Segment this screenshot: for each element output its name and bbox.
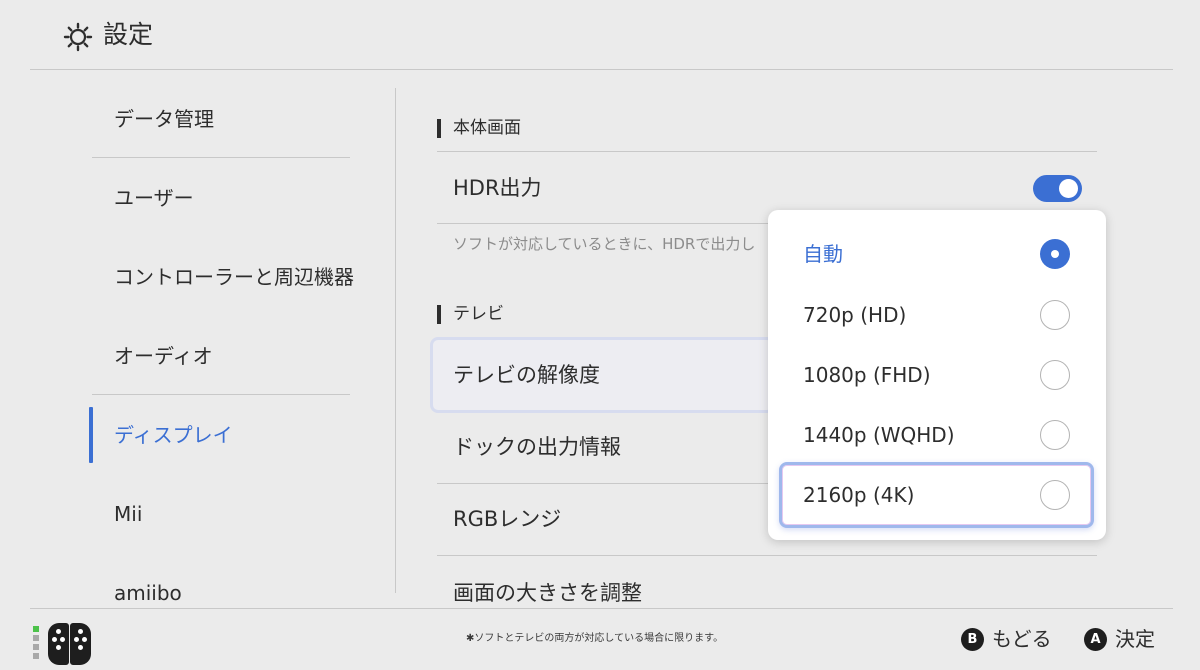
- sidebar-item-users[interactable]: ユーザー: [92, 159, 350, 237]
- sidebar-item-audio[interactable]: オーディオ: [92, 317, 350, 395]
- radio-icon: [1040, 480, 1070, 510]
- resolution-option-1440p[interactable]: 1440p (WQHD): [768, 405, 1106, 465]
- resolution-option-2160p[interactable]: 2160p (4K): [779, 462, 1094, 528]
- section-marker: [437, 305, 441, 324]
- sidebar-item-mii[interactable]: Mii: [92, 475, 350, 553]
- a-button-icon: A: [1084, 628, 1107, 651]
- b-button-icon: B: [961, 628, 984, 651]
- page-title: 設定: [103, 20, 154, 49]
- sidebar-item-controllers[interactable]: コントローラーと周辺機器: [92, 238, 354, 316]
- hdr-hint-text: ソフトが対応しているときに、HDRで出力し: [453, 235, 756, 253]
- section-title: テレビ: [453, 304, 504, 324]
- resolution-option-1080p[interactable]: 1080p (FHD): [768, 345, 1106, 405]
- option-label: 2160p (4K): [803, 483, 915, 507]
- section-title: 本体画面: [453, 118, 521, 138]
- header: 設定: [0, 0, 1200, 70]
- footer: ✱ソフトとテレビの両方が対応している場合に限ります。 B もどる A 決定: [0, 609, 1200, 670]
- radio-icon: [1040, 420, 1070, 450]
- option-label: 自動: [803, 242, 843, 266]
- divider: [437, 555, 1097, 556]
- sidebar: データ管理 ユーザー コントローラーと周辺機器 オーディオ ディスプレイ Mii…: [0, 70, 395, 608]
- sidebar-item-label: オーディオ: [114, 344, 213, 368]
- sidebar-item-display[interactable]: ディスプレイ: [92, 396, 350, 474]
- radio-icon: [1040, 300, 1070, 330]
- footer-note: ✱ソフトとテレビの両方が対応している場合に限ります。: [466, 633, 724, 644]
- divider: [92, 157, 350, 158]
- gear-icon: [63, 22, 93, 52]
- radio-dot: [1051, 250, 1059, 258]
- joycon-right-icon: [70, 623, 91, 665]
- active-indicator: [89, 407, 93, 463]
- rgb-range-label[interactable]: RGBレンジ: [453, 504, 561, 534]
- radio-icon: [1040, 360, 1070, 390]
- option-label: 1440p (WQHD): [803, 423, 955, 447]
- resolution-option-auto[interactable]: 自動: [768, 224, 1106, 284]
- sidebar-item-label: データ管理: [114, 107, 214, 131]
- sidebar-item-label: コントローラーと周辺機器: [114, 265, 354, 289]
- hdr-output-label: HDR出力: [453, 176, 542, 200]
- hdr-toggle[interactable]: [1033, 175, 1082, 202]
- screen-size-label[interactable]: 画面の大きさを調整: [453, 578, 642, 608]
- dock-output-info-label[interactable]: ドックの出力情報: [453, 432, 621, 462]
- section-marker: [437, 119, 441, 138]
- option-label: 720p (HD): [803, 303, 907, 327]
- tv-resolution-label[interactable]: テレビの解像度: [453, 360, 600, 390]
- divider: [92, 394, 350, 395]
- confirm-label: 決定: [1115, 627, 1155, 651]
- sidebar-item-label: ディスプレイ: [114, 423, 233, 447]
- sidebar-item-label: Mii: [114, 502, 143, 526]
- sidebar-item-label: ユーザー: [114, 186, 194, 210]
- column-divider: [395, 88, 396, 593]
- controller-battery-icon: [33, 626, 39, 670]
- divider: [437, 151, 1097, 152]
- back-label: もどる: [992, 627, 1052, 651]
- radio-selected-icon: [1040, 239, 1070, 269]
- toggle-knob: [1059, 179, 1078, 198]
- joycon-left-icon: [48, 623, 69, 665]
- resolution-popup: 自動 720p (HD) 1080p (FHD) 1440p (WQHD) 21…: [768, 210, 1106, 540]
- option-label: 1080p (FHD): [803, 363, 931, 387]
- resolution-option-720p[interactable]: 720p (HD): [768, 285, 1106, 345]
- sidebar-item-data-management[interactable]: データ管理: [92, 80, 350, 158]
